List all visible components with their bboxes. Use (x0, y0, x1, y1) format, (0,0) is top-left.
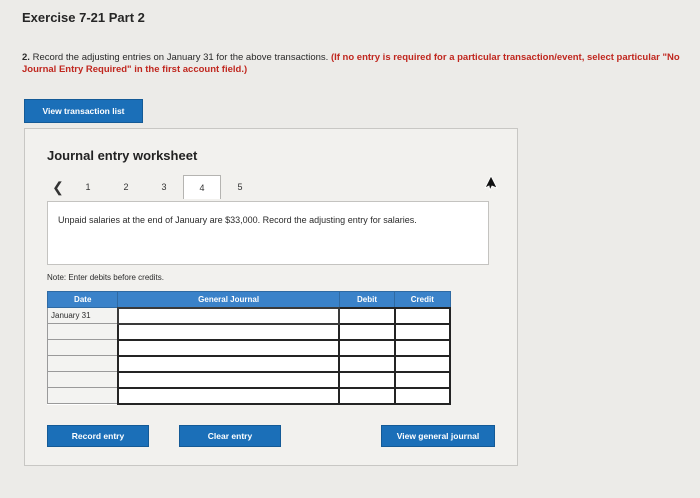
table-row (46, 370, 452, 389)
date-header: Date (46, 291, 119, 308)
debit-input[interactable] (343, 372, 391, 387)
credit-input[interactable] (398, 388, 446, 403)
account-input[interactable] (121, 372, 336, 387)
journal-entry-worksheet: Journal entry worksheet ❮ 1 2 3 4 5 Unpa… (24, 128, 518, 466)
page-tab-4[interactable]: 4 (183, 175, 221, 199)
journal-table: Date General Journal Debit Credit Januar… (46, 291, 452, 405)
question-box: Unpaid salaries at the end of January ar… (47, 201, 489, 265)
credit-cell[interactable] (393, 322, 452, 341)
credit-input[interactable] (398, 324, 446, 339)
credit-cell[interactable] (393, 386, 452, 405)
account-input[interactable] (121, 388, 336, 403)
page-tab-2[interactable]: 2 (107, 175, 145, 199)
credit-input[interactable] (398, 308, 446, 323)
table-row: January 31 (46, 306, 452, 325)
account-input[interactable] (121, 308, 336, 323)
question-text: Unpaid salaries at the end of January ar… (58, 215, 417, 225)
note-text: Note: Enter debits before credits. (47, 273, 164, 282)
page-tab-5[interactable]: 5 (221, 175, 259, 199)
instruction-number: 2. (22, 52, 30, 63)
account-input[interactable] (121, 356, 336, 371)
debit-cell[interactable] (338, 322, 396, 341)
worksheet-title: Journal entry worksheet (47, 148, 198, 163)
table-row (46, 338, 452, 357)
debit-input[interactable] (343, 356, 391, 371)
date-cell[interactable]: January 31 (46, 307, 119, 324)
clear-entry-button[interactable]: Clear entry (179, 425, 281, 447)
instruction-text: Record the adjusting entries on January … (32, 52, 329, 63)
debit-input[interactable] (343, 308, 391, 323)
credit-input[interactable] (398, 356, 446, 371)
date-cell[interactable] (46, 339, 119, 356)
account-cell[interactable] (116, 338, 341, 357)
page-title: Exercise 7-21 Part 2 (22, 10, 145, 25)
page-tab-3[interactable]: 3 (145, 175, 183, 199)
mouse-pointer-icon (484, 175, 498, 191)
debit-header: Debit (338, 291, 396, 308)
date-cell[interactable] (46, 355, 119, 372)
instruction: 2. Record the adjusting entries on Janua… (22, 52, 698, 76)
debit-input[interactable] (343, 324, 391, 339)
view-general-journal-button[interactable]: View general journal (381, 425, 495, 447)
account-cell[interactable] (116, 354, 341, 373)
worksheet-pager: ❮ 1 2 3 4 5 (47, 175, 259, 199)
date-cell[interactable] (46, 387, 119, 404)
debit-cell[interactable] (338, 354, 396, 373)
credit-cell[interactable] (393, 338, 452, 357)
credit-input[interactable] (398, 372, 446, 387)
credit-cell[interactable] (393, 370, 452, 389)
account-cell[interactable] (116, 370, 341, 389)
credit-cell[interactable] (393, 306, 452, 325)
debit-input[interactable] (343, 340, 391, 355)
date-cell[interactable] (46, 323, 119, 340)
debit-input[interactable] (343, 388, 391, 403)
page-tab-1[interactable]: 1 (69, 175, 107, 199)
date-cell[interactable] (46, 371, 119, 388)
chevron-left-icon[interactable]: ❮ (47, 179, 69, 196)
table-row (46, 354, 452, 373)
view-transaction-list-button[interactable]: View transaction list (24, 99, 143, 123)
general-journal-header: General Journal (117, 291, 340, 308)
debit-cell[interactable] (338, 306, 396, 325)
credit-cell[interactable] (393, 354, 452, 373)
account-cell[interactable] (116, 306, 341, 325)
account-cell[interactable] (116, 322, 341, 341)
account-input[interactable] (121, 340, 336, 355)
table-row (46, 386, 452, 405)
debit-cell[interactable] (338, 338, 396, 357)
journal-header-row: Date General Journal Debit Credit (46, 291, 451, 308)
account-cell[interactable] (116, 386, 341, 405)
debit-cell[interactable] (338, 370, 396, 389)
account-input[interactable] (121, 324, 336, 339)
debit-cell[interactable] (338, 386, 396, 405)
credit-input[interactable] (398, 340, 446, 355)
credit-header: Credit (394, 291, 451, 308)
table-row (46, 322, 452, 341)
record-entry-button[interactable]: Record entry (47, 425, 149, 447)
